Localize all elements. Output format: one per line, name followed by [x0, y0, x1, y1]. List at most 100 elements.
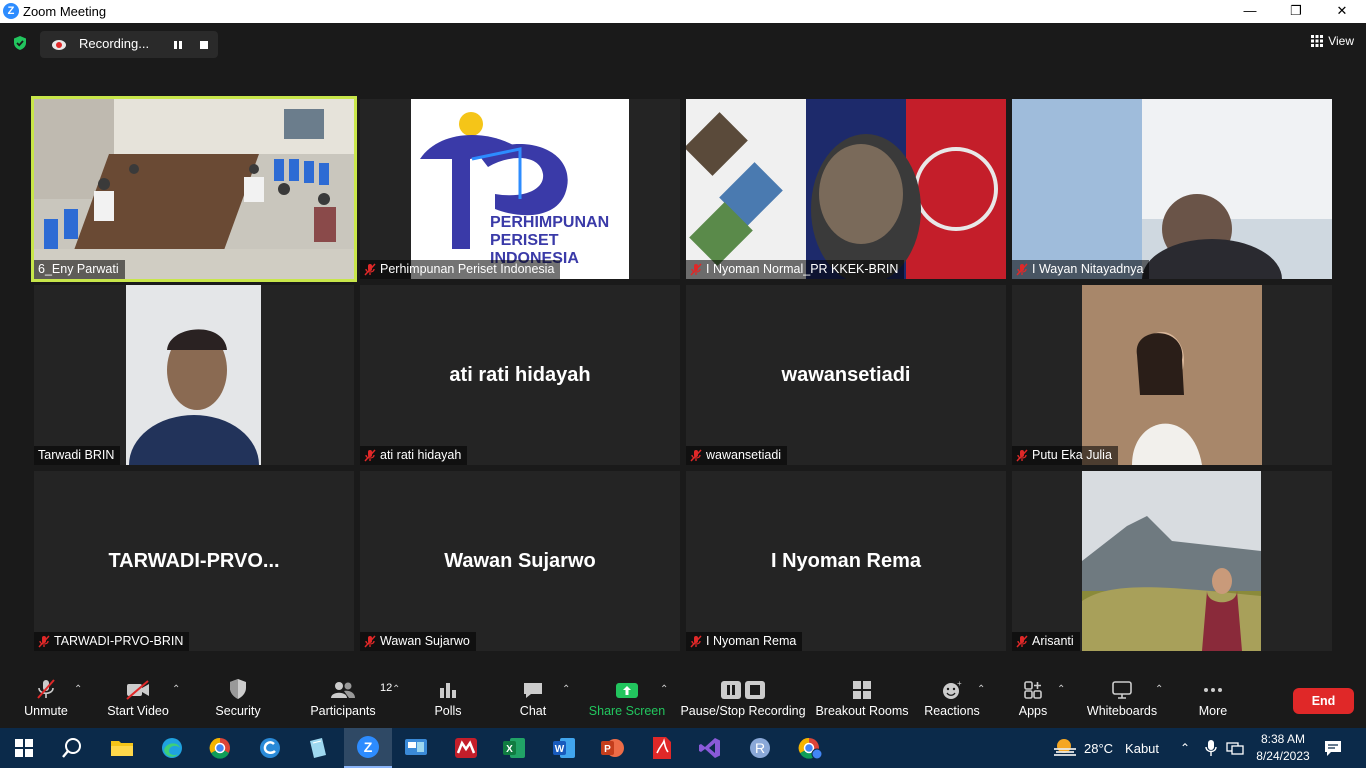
- security-button[interactable]: Security: [212, 672, 264, 728]
- video-tile[interactable]: I Nyoman Rema I Nyoman Rema: [686, 471, 1006, 651]
- video-tile[interactable]: I Nyoman Normal_PR KKEK-BRIN: [686, 99, 1006, 279]
- whiteboards-button[interactable]: Whiteboards: [1082, 672, 1162, 728]
- chat-label: Chat: [519, 704, 547, 718]
- window-title: Zoom Meeting: [23, 4, 107, 19]
- logo-line1: PERHIMPUNAN: [490, 214, 609, 231]
- muted-mic-icon: [364, 635, 376, 648]
- svg-text:P: P: [604, 744, 611, 755]
- taskbar-chrome[interactable]: [196, 728, 244, 768]
- share-options-caret[interactable]: ⌃: [660, 684, 668, 695]
- taskbar-acrobat[interactable]: [638, 728, 686, 768]
- taskbar-r[interactable]: R: [736, 728, 784, 768]
- apps-button[interactable]: Apps: [1014, 672, 1052, 728]
- volume-control[interactable]: [1204, 728, 1218, 768]
- video-options-caret[interactable]: ⌃: [172, 684, 180, 695]
- unmute-button[interactable]: Unmute: [18, 672, 74, 728]
- video-tile[interactable]: Arisanti: [1012, 471, 1332, 651]
- participant-name: Perhimpunan Periset Indonesia: [380, 262, 555, 276]
- participants-button[interactable]: 12 Participants: [308, 672, 392, 728]
- breakout-rooms-icon: [853, 681, 871, 699]
- meeting-area: Recording... View 6_Eny Parwati PERHIMPU…: [0, 23, 1366, 672]
- video-tile[interactable]: PERHIMPUNAN PERISET INDONESIA Perhimpuna…: [360, 99, 680, 279]
- participant-name: 6_Eny Parwati: [38, 262, 119, 276]
- taskbar-zoom[interactable]: Z: [344, 728, 392, 768]
- participant-name-label: Tarwadi BRIN: [34, 446, 121, 465]
- share-screen-label: Share Screen: [588, 704, 666, 718]
- taskbar-copilot[interactable]: [246, 728, 294, 768]
- excel-icon: X: [503, 738, 525, 758]
- video-tile[interactable]: wawansetiadi wawansetiadi: [686, 285, 1006, 465]
- taskbar-remote-desktop[interactable]: [392, 728, 440, 768]
- more-button[interactable]: More: [1194, 672, 1232, 728]
- stop-recording-icon[interactable]: [196, 37, 212, 53]
- muted-mic-icon: [38, 635, 50, 648]
- whiteboards-label: Whiteboards: [1086, 704, 1158, 718]
- taskbar-edge[interactable]: [148, 728, 196, 768]
- whiteboards-options-caret[interactable]: ⌃: [1155, 684, 1163, 695]
- chrome-profile-icon: [798, 737, 823, 760]
- video-tile[interactable]: ati rati hidayah ati rati hidayah: [360, 285, 680, 465]
- taskbar-visual-studio[interactable]: [686, 728, 734, 768]
- apps-options-caret[interactable]: ⌃: [1057, 684, 1065, 695]
- zoom-icon: Z: [357, 736, 379, 758]
- taskbar-mendeley[interactable]: [442, 728, 490, 768]
- notification-center-button[interactable]: [1324, 728, 1342, 768]
- breakout-rooms-button[interactable]: Breakout Rooms: [815, 672, 909, 728]
- taskbar-file-explorer[interactable]: [98, 728, 146, 768]
- start-button[interactable]: [0, 728, 48, 768]
- video-tile[interactable]: Wawan Sujarwo Wawan Sujarwo: [360, 471, 680, 651]
- muted-mic-icon: [690, 449, 702, 462]
- chat-icon: [524, 683, 542, 698]
- video-tile[interactable]: Putu Eka Julia: [1012, 285, 1332, 465]
- search-button[interactable]: [48, 728, 96, 768]
- view-label: View: [1328, 34, 1354, 48]
- participant-name: ati rati hidayah: [380, 448, 462, 462]
- video-tile[interactable]: TARWADI-PRVO... TARWADI-PRVO-BRIN: [34, 471, 354, 651]
- participant-name: I Nyoman Rema: [706, 634, 797, 648]
- video-tile[interactable]: I Wayan Nitayadnya: [1012, 99, 1332, 279]
- taskbar-word[interactable]: W: [540, 728, 588, 768]
- network-status[interactable]: [1226, 728, 1244, 768]
- chat-button[interactable]: Chat: [512, 672, 554, 728]
- breakout-rooms-label: Breakout Rooms: [815, 704, 909, 718]
- polls-button[interactable]: Polls: [428, 672, 468, 728]
- video-tile[interactable]: 6_Eny Parwati: [31, 96, 357, 282]
- taskbar-powerpoint[interactable]: P: [588, 728, 636, 768]
- taskbar-chrome-profile[interactable]: [786, 728, 834, 768]
- close-button[interactable]: ✕: [1319, 0, 1365, 23]
- start-video-label: Start Video: [107, 704, 169, 718]
- unmute-label: Unmute: [24, 704, 68, 718]
- muted-mic-icon: [1016, 635, 1028, 648]
- taskbar-clock[interactable]: 8:38 AM 8/24/2023: [1248, 731, 1318, 765]
- end-meeting-button[interactable]: End: [1293, 688, 1354, 714]
- more-label: More: [1198, 704, 1228, 718]
- reactions-icon: +: [943, 680, 962, 699]
- start-icon: [15, 739, 33, 757]
- whiteboard-icon: [1112, 681, 1132, 699]
- encryption-shield-icon[interactable]: [12, 35, 28, 51]
- cloud-recording-icon: [52, 40, 66, 50]
- chat-options-caret[interactable]: ⌃: [562, 684, 570, 695]
- start-video-button[interactable]: Start Video: [104, 672, 172, 728]
- show-hidden-icons[interactable]: ⌃: [1180, 728, 1190, 768]
- reactions-label: Reactions: [924, 704, 980, 718]
- reactions-options-caret[interactable]: ⌃: [977, 684, 985, 695]
- minimize-button[interactable]: —: [1227, 0, 1273, 23]
- reactions-button[interactable]: + Reactions: [924, 672, 980, 728]
- video-tile[interactable]: Tarwadi BRIN: [34, 285, 354, 465]
- taskbar-notepad[interactable]: [294, 728, 342, 768]
- pause-recording-icon[interactable]: [170, 37, 186, 53]
- participant-display-name: TARWADI-PRVO...: [108, 549, 280, 572]
- mendeley-icon: [455, 738, 477, 758]
- participants-options-caret[interactable]: ⌃: [392, 684, 400, 695]
- share-screen-button[interactable]: Share Screen: [588, 672, 666, 728]
- logo-line2: PERISET: [490, 232, 559, 249]
- pause-stop-recording-button[interactable]: Pause/Stop Recording: [680, 672, 806, 728]
- maximize-button[interactable]: ❐: [1273, 0, 1319, 23]
- taskbar-excel[interactable]: X: [490, 728, 538, 768]
- audio-options-caret[interactable]: ⌃: [74, 684, 82, 695]
- participants-count: 12: [380, 682, 393, 694]
- weather-widget[interactable]: 28°C Kabut: [1052, 728, 1159, 768]
- view-button[interactable]: View: [1311, 34, 1354, 48]
- windows-taskbar: Z X W P R 28°C Kabut ⌃ 8:38 AM 8/24/2023: [0, 728, 1366, 768]
